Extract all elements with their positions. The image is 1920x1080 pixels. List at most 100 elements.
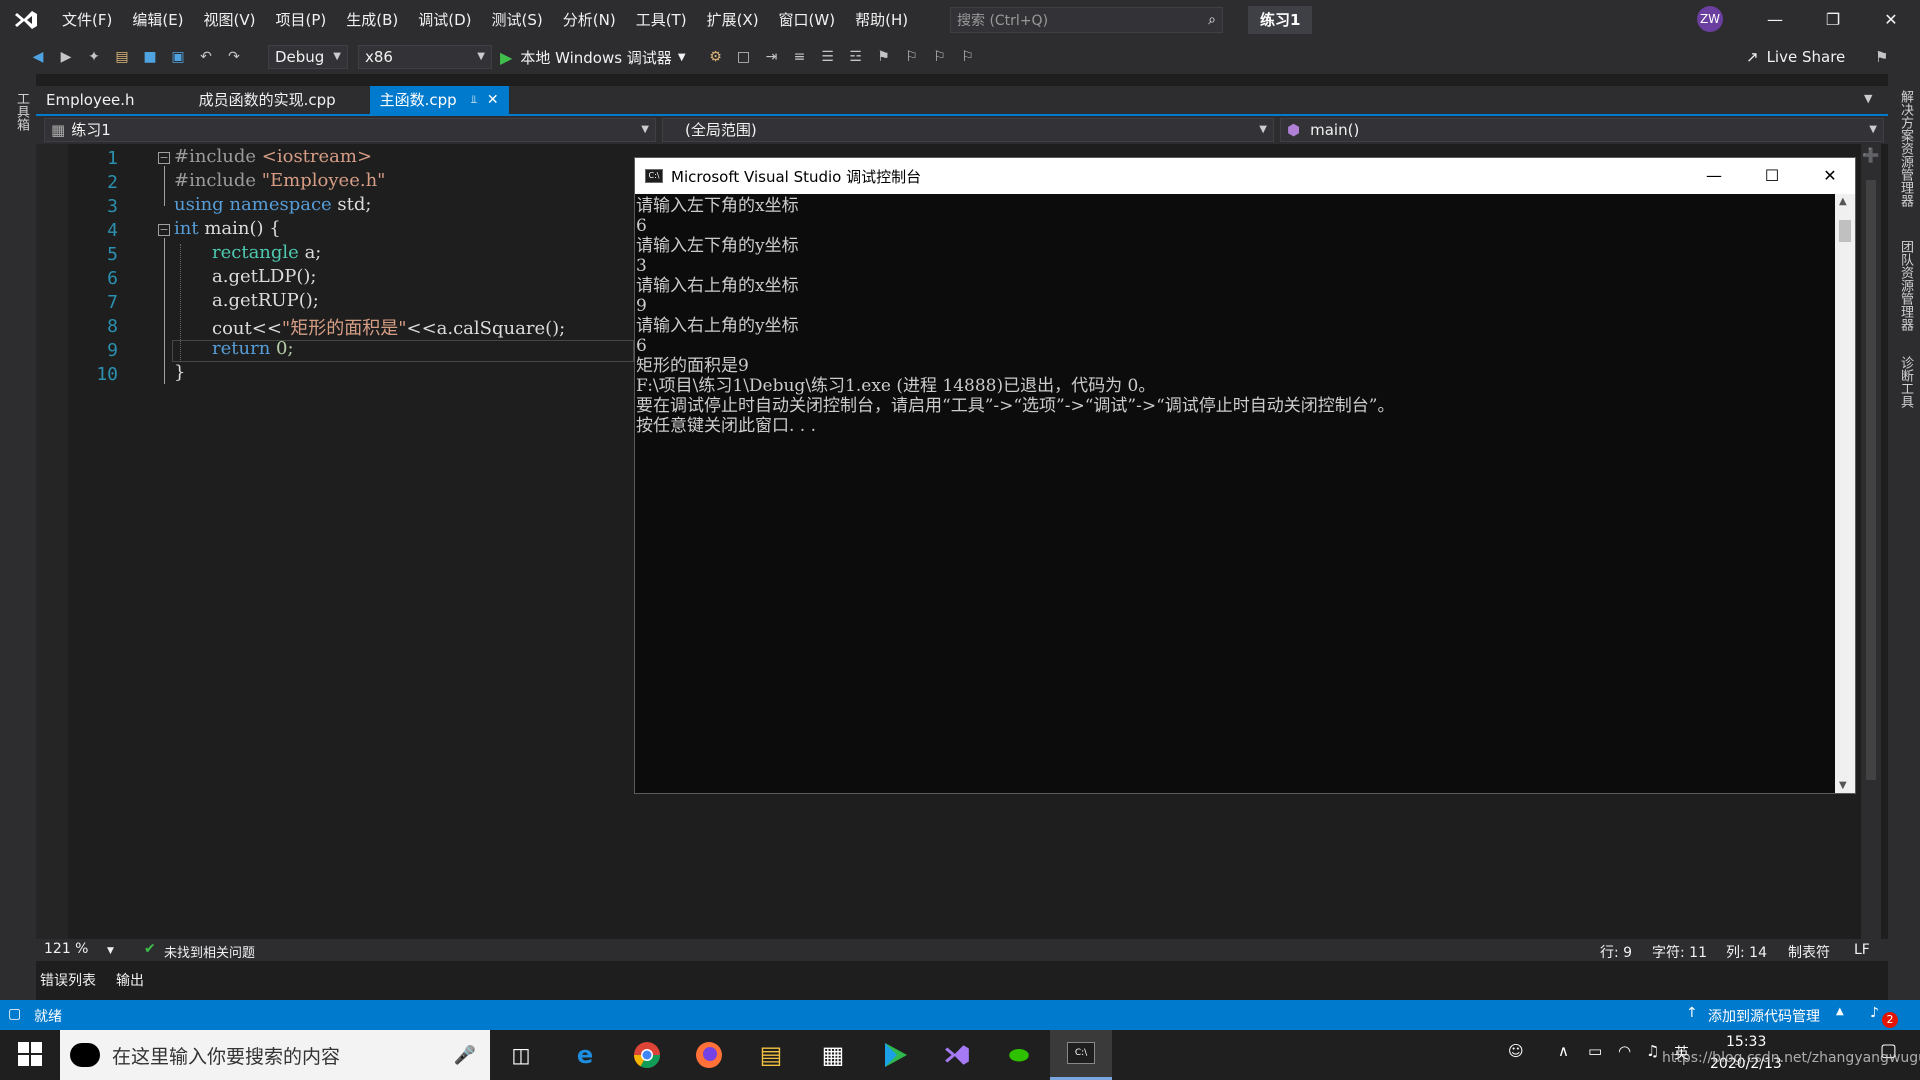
open-folder-icon[interactable]: ▤	[110, 45, 134, 69]
step-icon[interactable]: ⇥	[760, 45, 784, 69]
split-icon[interactable]: ➕	[1862, 148, 1879, 164]
menu-debug[interactable]: 调试(D)	[408, 0, 481, 40]
file-explorer-icon[interactable]: ▤	[752, 1036, 790, 1074]
close-icon[interactable]: ✕	[1801, 158, 1859, 194]
menu-file[interactable]: 文件(F)	[52, 0, 122, 40]
scrollbar-thumb[interactable]	[1839, 220, 1851, 242]
scrollbar-thumb[interactable]	[1866, 180, 1876, 780]
console-title-bar[interactable]: C:\ Microsoft Visual Studio 调试控制台 — ☐ ✕	[635, 158, 1855, 194]
line-ending[interactable]: LF	[1854, 942, 1870, 958]
search-input[interactable]: 搜索 (Ctrl+Q) ⌕	[950, 7, 1223, 33]
undo-icon[interactable]: ↶	[194, 45, 218, 69]
chrome-icon[interactable]	[628, 1036, 666, 1074]
menu-analyze[interactable]: 分析(N)	[553, 0, 626, 40]
battery-icon[interactable]: ▭	[1588, 1042, 1602, 1060]
close-tab-icon[interactable]: ✕	[487, 86, 499, 114]
edge-icon[interactable]: e	[566, 1036, 604, 1074]
include-path: <iostream>	[261, 146, 373, 167]
scope-select[interactable]: (全局范围) ▼	[662, 118, 1274, 142]
prev-bookmark-icon[interactable]: ⚐	[900, 45, 924, 69]
tab-overflow-icon[interactable]: ▼	[1864, 92, 1872, 105]
menu-help[interactable]: 帮助(H)	[845, 0, 918, 40]
tab-main-cpp[interactable]: 主函数.cpp ⫫ ✕	[369, 86, 509, 114]
preprocessor: #include	[174, 146, 262, 167]
back-icon[interactable]: ◀	[26, 45, 50, 69]
menu-window[interactable]: 窗口(W)	[769, 0, 846, 40]
task-view-icon[interactable]: ◫	[502, 1036, 540, 1074]
live-share-button[interactable]: ↗ Live Share	[1746, 48, 1845, 66]
tab-error-list[interactable]: 错误列表	[40, 970, 96, 990]
redo-icon[interactable]: ↷	[222, 45, 246, 69]
fold-collapse-icon[interactable]: −	[158, 224, 170, 236]
wechat-icon[interactable]: ⬬	[1000, 1036, 1038, 1074]
fold-collapse-icon[interactable]: −	[158, 152, 170, 164]
zoom-select[interactable]: 121 % ▼	[44, 941, 114, 957]
clock-time[interactable]: 15:33	[1726, 1034, 1766, 1050]
notification-icon[interactable]: ♪	[1870, 1005, 1879, 1021]
share-icon: ↗	[1746, 48, 1759, 66]
minimize-icon[interactable]: —	[1685, 158, 1743, 194]
wifi-icon[interactable]: ◠	[1618, 1042, 1631, 1060]
toolbox-tab[interactable]: 工具箱	[12, 92, 31, 131]
menu-build[interactable]: 生成(B)	[336, 0, 408, 40]
configuration-select[interactable]: Debug ▼	[268, 45, 348, 69]
restore-icon[interactable]: ❐	[1804, 0, 1862, 40]
console-taskbar-button[interactable]: C:\	[1050, 1030, 1112, 1080]
member-select[interactable]: ⬢ main() ▼	[1280, 118, 1884, 142]
diagnostic-tools-tab[interactable]: 诊断工具	[1896, 356, 1915, 408]
project-select[interactable]: ▦ 练习1 ▼	[44, 118, 656, 142]
store-icon[interactable]: ▦	[814, 1036, 852, 1074]
tab-member-impl-cpp[interactable]: 成员函数的实现.cpp	[189, 86, 346, 114]
microphone-icon[interactable]: 🎤	[454, 1045, 476, 1066]
next-bookmark-icon[interactable]: ⚐	[928, 45, 952, 69]
menu-edit[interactable]: 编辑(E)	[122, 0, 193, 40]
taskbar-search-input[interactable]: 在这里输入你要搜索的内容 🎤	[60, 1030, 490, 1080]
member-value: main()	[1310, 121, 1360, 139]
save-all-icon[interactable]: ▣	[166, 45, 190, 69]
pin-icon[interactable]: ⫫	[471, 86, 477, 114]
windows-start-icon[interactable]	[18, 1042, 42, 1070]
debug-console-window[interactable]: C:\ Microsoft Visual Studio 调试控制台 — ☐ ✕ …	[634, 157, 1856, 794]
new-project-icon[interactable]: ✦	[82, 45, 106, 69]
start-debugging-button[interactable]: ▶ 本地 Windows 调试器 ▼	[500, 47, 686, 68]
firefox-icon[interactable]	[690, 1036, 728, 1074]
minimize-icon[interactable]: —	[1746, 0, 1804, 40]
media-player-icon[interactable]	[876, 1036, 914, 1074]
menu-extensions[interactable]: 扩展(X)	[697, 0, 769, 40]
clear-bookmark-icon[interactable]: ⚐	[956, 45, 980, 69]
feedback-icon[interactable]: ⚑	[1875, 48, 1888, 66]
indent-icon[interactable]: ≡	[788, 45, 812, 69]
add-to-source-control[interactable]: 添加到源代码管理	[1708, 1006, 1820, 1026]
bookmark-icon[interactable]: ⚑	[872, 45, 896, 69]
scroll-up-icon[interactable]: ▲	[1839, 196, 1847, 207]
team-explorer-tab[interactable]: 团队资源管理器	[1896, 240, 1915, 331]
scroll-down-icon[interactable]: ▼	[1839, 780, 1847, 791]
comment-icon[interactable]: ☰	[816, 45, 840, 69]
visual-studio-taskbar-icon[interactable]	[938, 1036, 976, 1074]
console-scrollbar[interactable]: ▲ ▼	[1835, 194, 1855, 793]
menu-tools[interactable]: 工具(T)	[626, 0, 697, 40]
platform-select[interactable]: x86 ▼	[358, 45, 492, 69]
volume-icon[interactable]: ♫	[1646, 1042, 1659, 1060]
screenshot-icon[interactable]: □	[732, 45, 756, 69]
maximize-icon[interactable]: ☐	[1743, 158, 1801, 194]
visual-studio-logo-icon[interactable]	[0, 0, 52, 40]
avatar[interactable]: ZW	[1697, 6, 1723, 32]
menu-view[interactable]: 视图(V)	[194, 0, 266, 40]
navigation-bar: ▦ 练习1 ▼ (全局范围) ▼ ⬢ main() ▼	[36, 114, 1888, 144]
save-icon[interactable]: ■	[138, 45, 162, 69]
tab-output[interactable]: 输出	[116, 970, 144, 990]
uncomment-icon[interactable]: ☲	[844, 45, 868, 69]
solution-explorer-tab[interactable]: 解决方案资源管理器	[1896, 90, 1915, 207]
people-icon[interactable]: ☺	[1508, 1042, 1524, 1060]
issues-status[interactable]: 未找到相关问题	[164, 942, 255, 961]
editor-scrollbar[interactable]	[1861, 144, 1881, 939]
menu-project[interactable]: 项目(P)	[266, 0, 337, 40]
chevron-up-icon[interactable]: ∧	[1558, 1042, 1569, 1060]
forward-icon[interactable]: ▶	[54, 45, 78, 69]
tab-employee-h[interactable]: Employee.h	[36, 86, 145, 114]
tab-mode[interactable]: 制表符	[1788, 942, 1830, 962]
menu-test[interactable]: 测试(S)	[482, 0, 553, 40]
close-icon[interactable]: ✕	[1862, 0, 1920, 40]
process-icon[interactable]: ⚙	[704, 45, 728, 69]
